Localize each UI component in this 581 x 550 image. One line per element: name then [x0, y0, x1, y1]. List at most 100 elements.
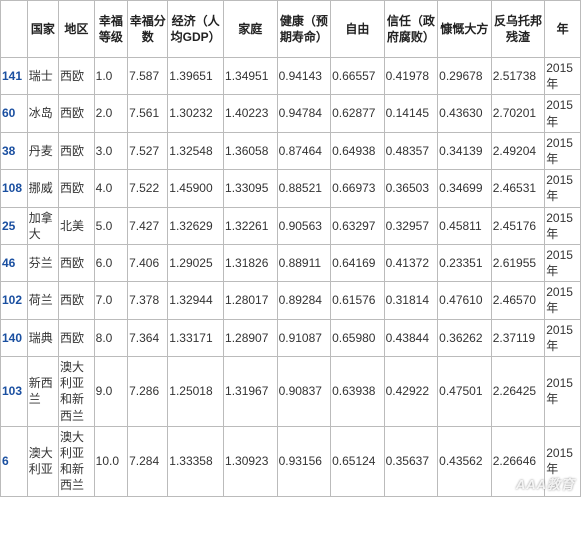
- cell-gen: 0.36262: [438, 319, 492, 356]
- cell-gen: 0.34139: [438, 132, 492, 169]
- cell-family: 1.36058: [224, 132, 278, 169]
- cell-score: 7.427: [128, 207, 168, 244]
- table-row: 103新西兰澳大利亚和新西兰9.07.2861.250181.319670.90…: [1, 357, 581, 427]
- table-row: 46芬兰西欧6.07.4061.290251.318260.889110.641…: [1, 244, 581, 281]
- cell-score: 7.364: [128, 319, 168, 356]
- cell-health: 0.88521: [277, 170, 331, 207]
- cell-region: 西欧: [58, 170, 94, 207]
- cell-region: 西欧: [58, 58, 94, 95]
- cell-region: 西欧: [58, 319, 94, 356]
- cell-econ: 1.25018: [168, 357, 224, 427]
- table-header-row: 国家 地区 幸福等级 幸福分数 经济（人均GDP） 家庭 健康（预期寿命） 自由…: [1, 1, 581, 58]
- cell-index: 108: [1, 170, 28, 207]
- cell-freedom: 0.62877: [331, 95, 385, 132]
- table-row: 108挪威西欧4.07.5221.459001.330950.885210.66…: [1, 170, 581, 207]
- cell-dys: 2.26425: [491, 357, 545, 427]
- col-dys: 反乌托邦残渣: [491, 1, 545, 58]
- cell-index: 103: [1, 357, 28, 427]
- cell-econ: 1.33358: [168, 426, 224, 496]
- cell-score: 7.286: [128, 357, 168, 427]
- col-country: 国家: [27, 1, 58, 58]
- cell-gen: 0.34699: [438, 170, 492, 207]
- cell-freedom: 0.63297: [331, 207, 385, 244]
- cell-gen: 0.43562: [438, 426, 492, 496]
- cell-health: 0.89284: [277, 282, 331, 319]
- cell-rank: 3.0: [94, 132, 127, 169]
- cell-country: 丹麦: [27, 132, 58, 169]
- col-rank: 幸福等级: [94, 1, 127, 58]
- cell-rank: 1.0: [94, 58, 127, 95]
- cell-score: 7.527: [128, 132, 168, 169]
- cell-region: 西欧: [58, 95, 94, 132]
- cell-score: 7.561: [128, 95, 168, 132]
- cell-econ: 1.29025: [168, 244, 224, 281]
- cell-trust: 0.41978: [384, 58, 438, 95]
- cell-freedom: 0.65124: [331, 426, 385, 496]
- cell-index: 46: [1, 244, 28, 281]
- cell-region: 北美: [58, 207, 94, 244]
- cell-dys: 2.45176: [491, 207, 545, 244]
- cell-year: 2015年: [545, 207, 581, 244]
- cell-health: 0.88911: [277, 244, 331, 281]
- cell-score: 7.587: [128, 58, 168, 95]
- cell-health: 0.91087: [277, 319, 331, 356]
- cell-gen: 0.47610: [438, 282, 492, 319]
- cell-gen: 0.43630: [438, 95, 492, 132]
- cell-year: 2015年: [545, 357, 581, 427]
- cell-rank: 8.0: [94, 319, 127, 356]
- cell-country: 澳大利亚: [27, 426, 58, 496]
- cell-index: 141: [1, 58, 28, 95]
- cell-health: 0.90563: [277, 207, 331, 244]
- col-year: 年: [545, 1, 581, 58]
- cell-trust: 0.48357: [384, 132, 438, 169]
- cell-index: 6: [1, 426, 28, 496]
- cell-trust: 0.31814: [384, 282, 438, 319]
- cell-score: 7.378: [128, 282, 168, 319]
- cell-region: 西欧: [58, 282, 94, 319]
- cell-trust: 0.32957: [384, 207, 438, 244]
- cell-rank: 6.0: [94, 244, 127, 281]
- cell-dys: 2.26646: [491, 426, 545, 496]
- cell-family: 1.28017: [224, 282, 278, 319]
- cell-year: 2015年: [545, 319, 581, 356]
- cell-country: 加拿大: [27, 207, 58, 244]
- col-score: 幸福分数: [128, 1, 168, 58]
- cell-score: 7.406: [128, 244, 168, 281]
- cell-year: 2015年: [545, 426, 581, 496]
- cell-country: 挪威: [27, 170, 58, 207]
- cell-year: 2015年: [545, 95, 581, 132]
- cell-dys: 2.70201: [491, 95, 545, 132]
- cell-econ: 1.30232: [168, 95, 224, 132]
- happiness-table: 国家 地区 幸福等级 幸福分数 经济（人均GDP） 家庭 健康（预期寿命） 自由…: [0, 0, 581, 497]
- cell-family: 1.31826: [224, 244, 278, 281]
- cell-region: 澳大利亚和新西兰: [58, 357, 94, 427]
- cell-rank: 2.0: [94, 95, 127, 132]
- col-family: 家庭: [224, 1, 278, 58]
- cell-family: 1.34951: [224, 58, 278, 95]
- table-row: 38丹麦西欧3.07.5271.325481.360580.874640.649…: [1, 132, 581, 169]
- cell-dys: 2.51738: [491, 58, 545, 95]
- col-region: 地区: [58, 1, 94, 58]
- table-row: 60冰岛西欧2.07.5611.302321.402230.947840.628…: [1, 95, 581, 132]
- cell-gen: 0.45811: [438, 207, 492, 244]
- cell-trust: 0.41372: [384, 244, 438, 281]
- cell-region: 西欧: [58, 244, 94, 281]
- cell-index: 38: [1, 132, 28, 169]
- cell-country: 芬兰: [27, 244, 58, 281]
- cell-year: 2015年: [545, 132, 581, 169]
- table-row: 141瑞士西欧1.07.5871.396511.349510.941430.66…: [1, 58, 581, 95]
- col-econ: 经济（人均GDP）: [168, 1, 224, 58]
- cell-trust: 0.43844: [384, 319, 438, 356]
- cell-rank: 9.0: [94, 357, 127, 427]
- cell-year: 2015年: [545, 58, 581, 95]
- cell-index: 140: [1, 319, 28, 356]
- cell-rank: 10.0: [94, 426, 127, 496]
- cell-freedom: 0.65980: [331, 319, 385, 356]
- cell-gen: 0.47501: [438, 357, 492, 427]
- cell-score: 7.284: [128, 426, 168, 496]
- cell-trust: 0.35637: [384, 426, 438, 496]
- cell-dys: 2.61955: [491, 244, 545, 281]
- cell-year: 2015年: [545, 244, 581, 281]
- cell-econ: 1.39651: [168, 58, 224, 95]
- cell-score: 7.522: [128, 170, 168, 207]
